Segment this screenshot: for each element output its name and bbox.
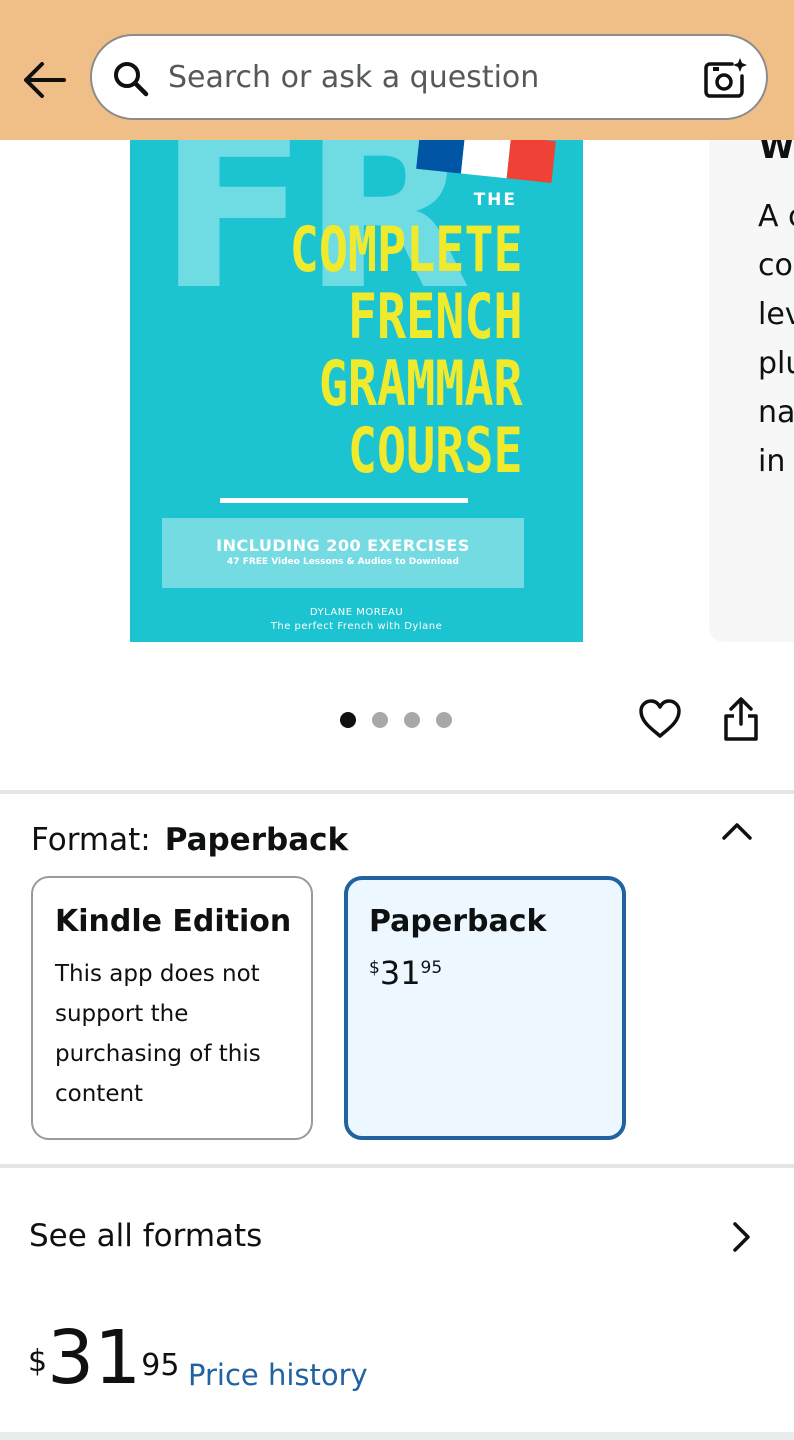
share-icon[interactable]	[722, 696, 760, 742]
price-fraction: 95	[141, 1348, 180, 1383]
cover-tagline: The perfect French with Dylane	[270, 621, 443, 632]
chevron-up-icon[interactable]	[720, 816, 754, 846]
carousel-dot[interactable]	[404, 712, 420, 728]
carousel-dot[interactable]	[436, 712, 452, 728]
chevron-right-icon	[728, 1220, 754, 1254]
see-all-formats-row[interactable]: See all formats	[0, 1170, 794, 1310]
format-option-title: Paperback	[369, 904, 547, 939]
cover-title: COMPLETE FRENCH GRAMMAR COURSE	[290, 216, 523, 484]
bottom-divider	[0, 1432, 794, 1440]
description-card[interactable]: W A c co lev plu na in	[709, 100, 794, 642]
cover-box-line2: 47 FREE Video Lessons & Audios to Downlo…	[227, 557, 459, 567]
carousel-dot[interactable]	[372, 712, 388, 728]
search-icon	[112, 60, 150, 98]
price-currency: $	[369, 958, 380, 978]
description-text: A c co lev plu na in	[758, 199, 794, 479]
price-whole: 31	[379, 954, 421, 992]
search-bar[interactable]: Search or ask a question	[90, 34, 768, 120]
cover-box-line1: INCLUDING 200 EXERCISES	[216, 536, 470, 555]
flag-stripe-red	[506, 136, 556, 183]
cover-title-line: FRENCH	[348, 280, 523, 353]
format-label: Format: Paperback	[31, 822, 348, 858]
cover-title-line: GRAMMAR	[319, 347, 523, 420]
price-history-link[interactable]: Price history	[188, 1358, 368, 1392]
cover-author-name: DYLANE MOREAU	[309, 607, 404, 618]
product-price: $3195	[28, 1318, 179, 1398]
format-option-description: This app does not support the purchasing…	[55, 961, 261, 1107]
image-carousel-dots	[340, 712, 452, 728]
format-selected-value: Paperback	[164, 822, 349, 858]
format-option-price: $3195	[369, 954, 442, 992]
product-image[interactable]: FR THE COMPLETE FRENCH GRAMMAR COURSE IN…	[130, 120, 583, 642]
price-whole: 31	[47, 1315, 142, 1401]
price-fraction: 95	[420, 958, 443, 978]
cover-divider	[220, 498, 468, 503]
price-currency: $	[28, 1344, 48, 1379]
cover-title-line: COMPLETE	[290, 213, 523, 286]
section-divider	[0, 1164, 794, 1168]
cover-the: THE	[473, 190, 517, 210]
cover-info-box: INCLUDING 200 EXERCISES 47 FREE Video Le…	[162, 518, 524, 588]
section-divider	[0, 790, 794, 794]
top-bar: Search or ask a question	[0, 0, 794, 140]
format-option-paperback[interactable]: Paperback $3195	[344, 876, 626, 1140]
search-input[interactable]: Search or ask a question	[168, 60, 539, 95]
camera-search-icon[interactable]	[702, 56, 748, 102]
format-option-kindle[interactable]: Kindle Edition This app does not support…	[31, 876, 313, 1140]
cover-title-line: COURSE	[348, 414, 523, 487]
see-all-formats-label: See all formats	[29, 1218, 263, 1254]
format-label-text: Format:	[31, 822, 151, 858]
heart-icon[interactable]	[638, 698, 682, 740]
format-option-title: Kindle Edition	[55, 904, 292, 939]
carousel-dot[interactable]	[340, 712, 356, 728]
cover-author: DYLANE MOREAU The perfect French with Dy…	[130, 606, 583, 634]
back-arrow-icon[interactable]	[22, 58, 68, 102]
